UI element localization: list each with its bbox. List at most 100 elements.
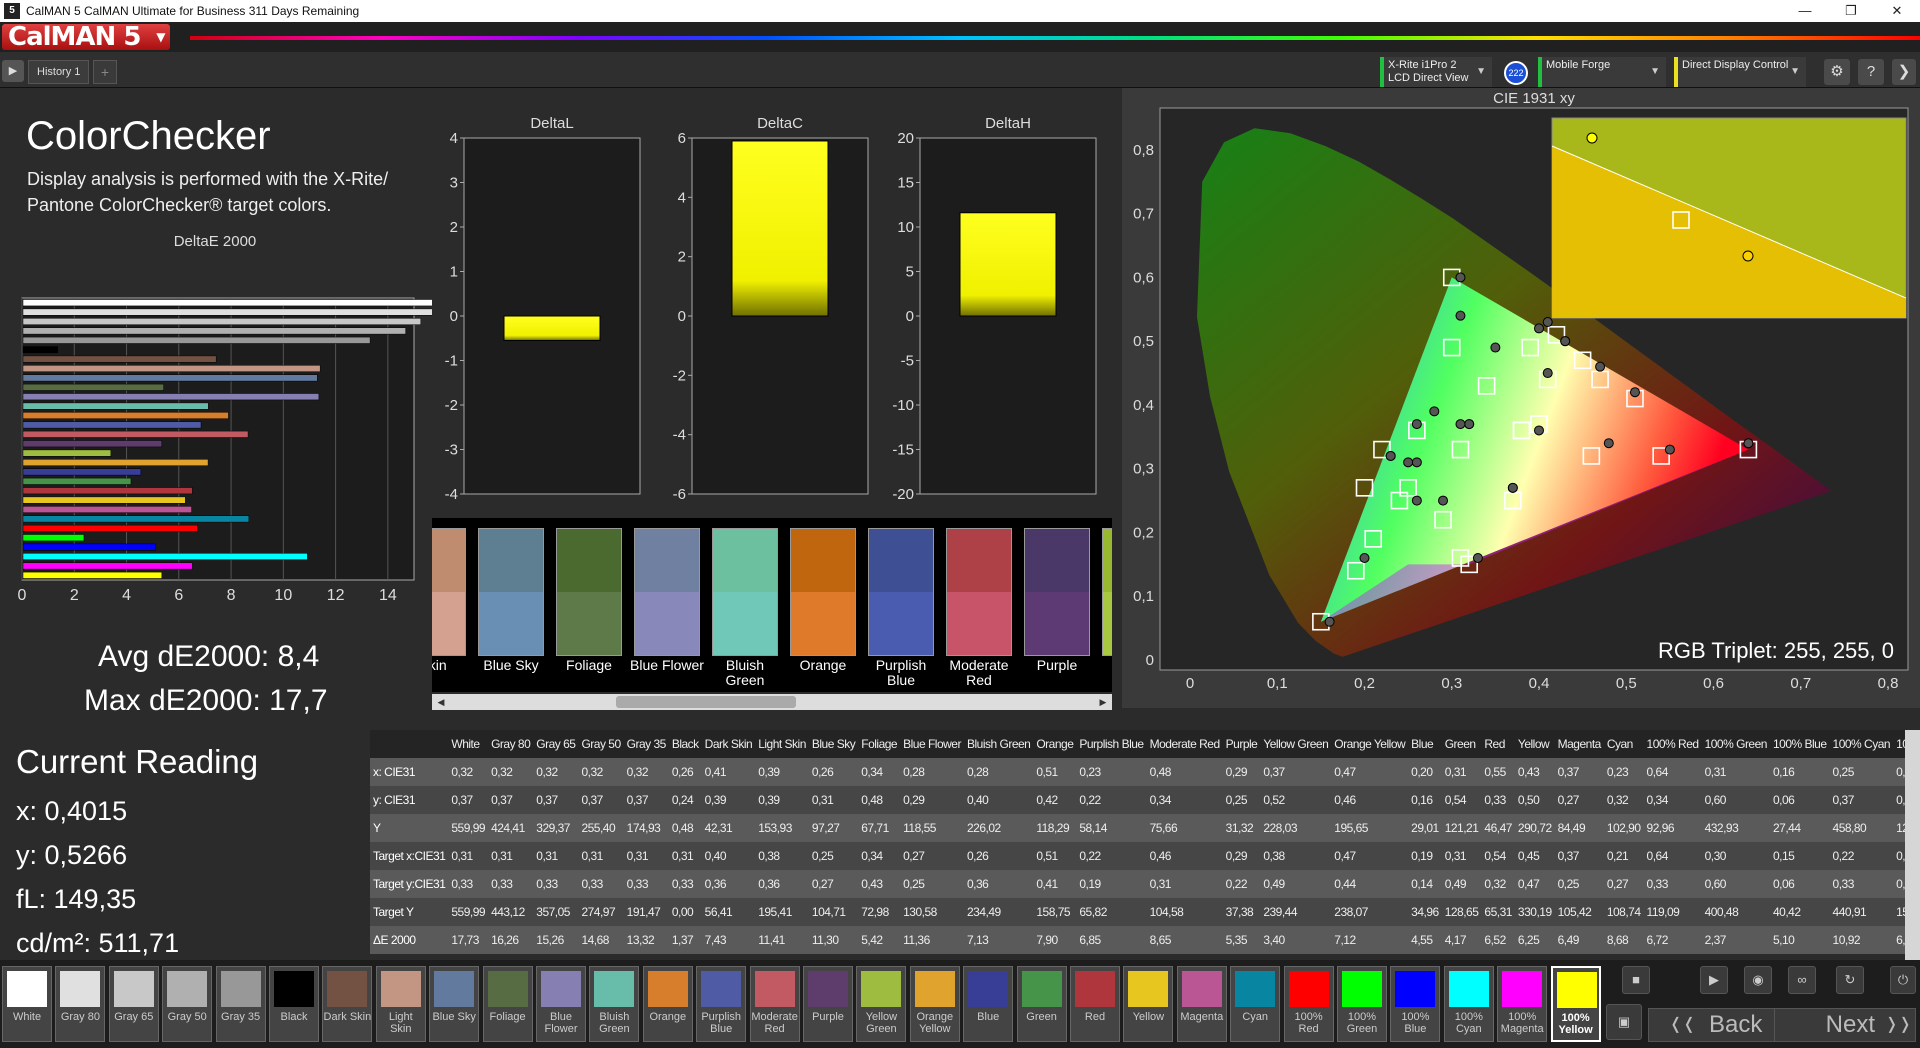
swatch-button[interactable]: Cyan	[1230, 966, 1281, 1042]
record-icon[interactable]: ◉	[1744, 966, 1772, 994]
swatch-button[interactable]: Orange	[642, 966, 693, 1042]
swatch-button[interactable]: 100% Yellow	[1550, 966, 1601, 1042]
source-selector[interactable]: Mobile Forge ▼	[1538, 57, 1666, 87]
column-header[interactable]: 100% Cyan	[1829, 730, 1894, 758]
swatch-button[interactable]: Foliage	[482, 966, 533, 1042]
swatch-button[interactable]: Yellow Green	[856, 966, 907, 1042]
column-header[interactable]: Light Skin	[755, 730, 809, 758]
close-icon[interactable]: ✕	[1874, 0, 1920, 22]
swatch-button[interactable]: Gray 50	[162, 966, 213, 1042]
table-cell: 0,37	[488, 786, 534, 814]
next-button[interactable]: Next ❭❭	[1774, 1008, 1916, 1042]
column-header[interactable]: Black	[668, 730, 702, 758]
swatch-button[interactable]: 100% Blue	[1390, 966, 1441, 1042]
column-header[interactable]: Blue Flower	[900, 730, 964, 758]
display-selector[interactable]: Direct Display Control ▼	[1674, 57, 1806, 87]
column-header[interactable]: Dark Skin	[701, 730, 756, 758]
column-header[interactable]: Yellow	[1514, 730, 1555, 758]
brand-menu-button[interactable]: CalMAN 5 ▼	[2, 24, 171, 50]
column-header[interactable]: Purplish Blue	[1076, 730, 1147, 758]
scroll-left-icon[interactable]: ◀	[434, 695, 448, 709]
column-header[interactable]: Red	[1481, 730, 1515, 758]
swatch-button[interactable]: 100% Magenta	[1497, 966, 1548, 1042]
swatch-button[interactable]: Bluish Green	[589, 966, 640, 1042]
swatch-button[interactable]: Light Skin	[375, 966, 426, 1042]
tab-history-1[interactable]: History 1	[28, 60, 90, 84]
swatch-button[interactable]: Green	[1016, 966, 1067, 1042]
column-header[interactable]: Yellow Green	[1260, 730, 1332, 758]
help-icon[interactable]: ?	[1858, 59, 1884, 85]
swatch-pair	[1024, 528, 1090, 656]
swatch-button[interactable]: Blue Flower	[536, 966, 586, 1042]
swatch-button[interactable]: Blue Sky	[429, 966, 480, 1042]
swatch-button[interactable]: Moderate Red	[749, 966, 800, 1042]
table-cell: 0,55	[1481, 758, 1515, 786]
swatch-button[interactable]: Magenta	[1176, 966, 1227, 1042]
column-header[interactable]: Moderate Red	[1146, 730, 1223, 758]
swatch-button[interactable]: Gray 65	[108, 966, 159, 1042]
stop-icon[interactable]: ■	[1622, 966, 1650, 994]
column-header[interactable]: Foliage	[858, 730, 901, 758]
restore-icon[interactable]: ❐	[1828, 0, 1874, 22]
measured-point	[1472, 552, 1483, 563]
table-cell: 0,26	[963, 842, 1034, 870]
swatch-button[interactable]: Red	[1070, 966, 1120, 1042]
column-header[interactable]: Green	[1441, 730, 1482, 758]
column-header[interactable]: Blue	[1408, 730, 1442, 758]
column-header[interactable]: Gray 65	[533, 730, 579, 758]
swatch-scrollbar[interactable]: ◀ ▶	[432, 694, 1112, 710]
swatch-button[interactable]: Purple	[803, 966, 853, 1042]
column-header[interactable]: Bluish Green	[963, 730, 1034, 758]
play-icon[interactable]: ▶	[1700, 966, 1728, 994]
column-header[interactable]: 100% Green	[1701, 730, 1770, 758]
column-header[interactable]: Blue Sky	[808, 730, 859, 758]
swatch-button[interactable]: Gray 35	[215, 966, 266, 1042]
table-scrollbar[interactable]	[1905, 730, 1920, 960]
swatch-button[interactable]: 100% Cyan	[1443, 966, 1494, 1042]
capture-icon[interactable]: ▣	[1606, 1004, 1642, 1040]
swatch-button[interactable]: 100% Green	[1337, 966, 1387, 1042]
swatch-button[interactable]: Dark Skin	[322, 966, 373, 1042]
column-header[interactable]: Gray 80	[488, 730, 534, 758]
column-header[interactable]: Gray 35	[623, 730, 669, 758]
swatch-chip	[861, 971, 902, 1007]
swatch-button[interactable]: Yellow	[1123, 966, 1174, 1042]
play-icon[interactable]: ▶	[2, 60, 24, 82]
swatch-button[interactable]: White	[2, 966, 52, 1042]
swatch-button[interactable]: Orange Yellow	[909, 966, 960, 1042]
column-header[interactable]: Orange Yellow	[1331, 730, 1409, 758]
swatch-button[interactable]: 100% Red	[1283, 966, 1334, 1042]
refresh-icon[interactable]: ↻	[1836, 966, 1864, 994]
power-icon[interactable]: ⏻	[1890, 966, 1916, 994]
column-header[interactable]: Gray 50	[578, 730, 624, 758]
column-header[interactable]: Magenta	[1554, 730, 1604, 758]
column-header[interactable]: 100% Blue	[1769, 730, 1830, 758]
chevron-right-icon[interactable]: ❯	[1892, 59, 1916, 85]
table-cell: 0,31	[1441, 842, 1482, 870]
column-header[interactable]: Orange	[1033, 730, 1077, 758]
column-header[interactable]: Purple	[1222, 730, 1261, 758]
gear-icon[interactable]: ⚙	[1824, 59, 1850, 85]
target-swatch	[947, 592, 1011, 655]
back-button[interactable]: ❬❬ Back	[1648, 1008, 1784, 1042]
swatch-button[interactable]: Black	[269, 966, 319, 1042]
swatch-button[interactable]: Gray 80	[55, 966, 106, 1042]
loop-icon[interactable]: ∞	[1788, 966, 1816, 994]
column-header[interactable]: 100% Red	[1643, 730, 1702, 758]
swatch-pair	[432, 528, 466, 656]
minimize-icon[interactable]: —	[1782, 0, 1828, 22]
scrollbar-thumb[interactable]	[616, 696, 796, 708]
y-tick-label: 5	[906, 264, 914, 281]
meter-selector[interactable]: X-Rite i1Pro 2 LCD Direct View ▼	[1380, 57, 1492, 87]
table-cell: 234,49	[963, 898, 1034, 926]
table-cell: 58,14	[1076, 814, 1147, 842]
swatch-button[interactable]: Purplish Blue	[696, 966, 747, 1042]
add-tab-button[interactable]: +	[93, 60, 117, 84]
scroll-right-icon[interactable]: ▶	[1096, 695, 1110, 709]
column-header[interactable]: White	[448, 730, 489, 758]
table-cell: 0,25	[808, 842, 859, 870]
measured-swatch	[432, 529, 465, 592]
column-header[interactable]: Cyan	[1603, 730, 1644, 758]
swatch-button[interactable]: Blue	[963, 966, 1014, 1042]
table-cell: 226,02	[963, 814, 1034, 842]
